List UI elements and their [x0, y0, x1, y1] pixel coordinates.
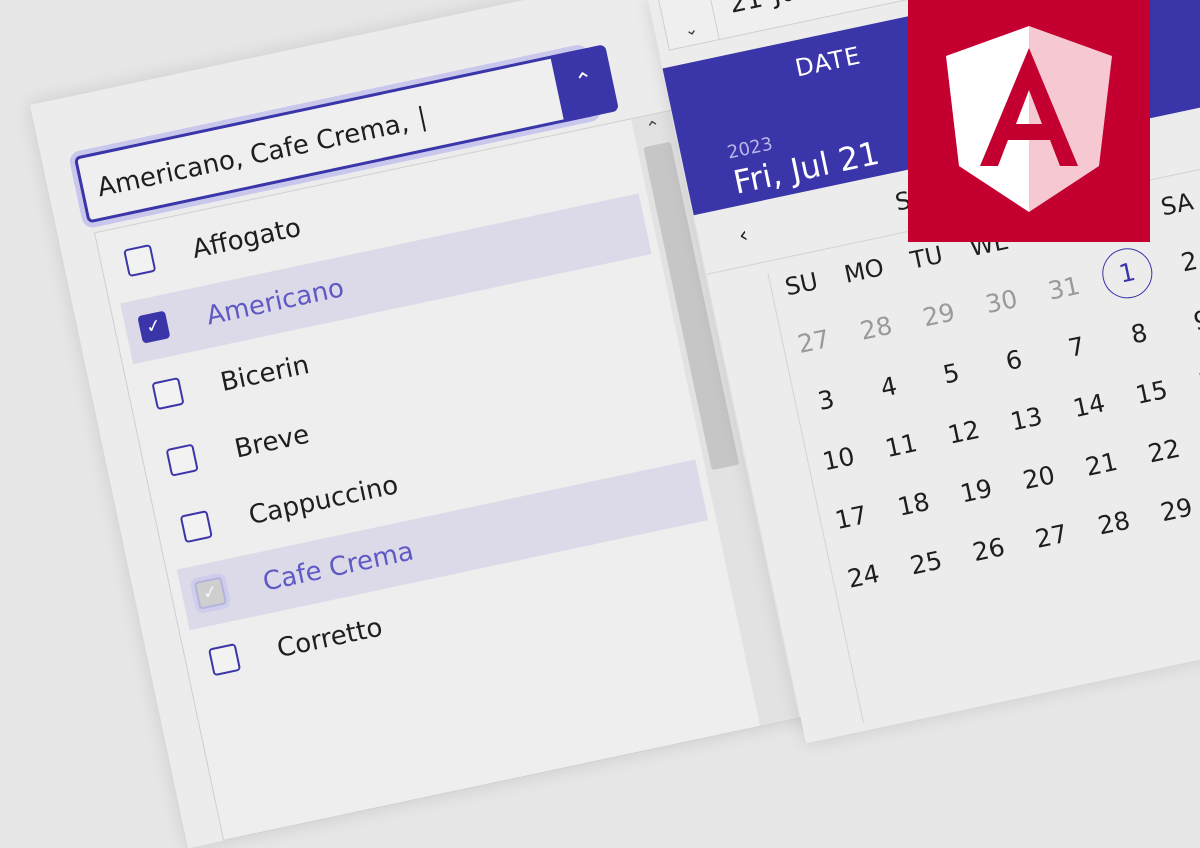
weekday-label: TU [907, 240, 946, 275]
calendar-day[interactable]: 30 [969, 281, 1034, 322]
chevron-up-icon: ⌃ [643, 116, 664, 141]
calendar-day[interactable]: 9 [1169, 300, 1200, 341]
chevron-up-icon: ⌃ [676, 0, 693, 11]
calendar-day[interactable]: 6 [982, 340, 1047, 381]
text-caret [419, 105, 427, 132]
date-input-value: 21-Jul 2 [727, 0, 831, 20]
item-label: Bicerin [217, 350, 312, 399]
calendar-day-today[interactable]: 1 [1097, 243, 1157, 303]
angular-logo-icon [946, 26, 1112, 212]
weekday-label: MO [841, 253, 887, 289]
chevron-left-icon[interactable]: ‹ [737, 223, 751, 249]
calendar-day[interactable]: 28 [844, 308, 909, 349]
calendar-header-title: DATE [792, 41, 864, 83]
calendar-day[interactable]: 29 [1144, 489, 1200, 530]
calendar-day[interactable]: 4 [856, 366, 921, 407]
weekday-label: SA [1158, 187, 1196, 222]
calendar-day[interactable]: 24 [831, 556, 896, 597]
chevron-down-icon: ⌄ [682, 18, 700, 40]
calendar-day[interactable]: 13 [994, 399, 1059, 440]
weekday-label: SU [782, 267, 821, 302]
checkbox[interactable] [151, 377, 185, 411]
calendar-day[interactable]: 31 [1032, 268, 1097, 309]
calendar-day[interactable]: 11 [869, 425, 934, 466]
calendar-day[interactable]: 25 [894, 543, 959, 584]
calendar-day[interactable]: 14 [1057, 385, 1122, 426]
item-label: Cappuccino [246, 470, 401, 532]
calendar-day[interactable]: 12 [931, 412, 996, 453]
calendar-day[interactable]: 7 [1044, 327, 1109, 368]
checkbox[interactable] [179, 510, 213, 544]
item-label: Breve [232, 419, 313, 465]
angular-logo [908, 0, 1150, 242]
checkbox[interactable] [165, 443, 199, 477]
calendar-day[interactable]: 27 [1019, 516, 1084, 557]
calendar-day[interactable]: 20 [1006, 457, 1071, 498]
item-label: Cafe Crema [260, 536, 417, 598]
check-icon: ✓ [144, 314, 164, 339]
calendar-day[interactable]: 29 [906, 294, 971, 335]
checkbox[interactable] [123, 243, 157, 278]
calendar-day[interactable]: 19 [944, 471, 1009, 512]
checkbox-checked[interactable]: ✓ [193, 576, 228, 610]
checkbox-checked[interactable]: ✓ [137, 310, 171, 344]
calendar-day[interactable]: 28 [1082, 503, 1147, 544]
calendar-day[interactable]: 3 [794, 380, 859, 421]
item-label: Americano [203, 273, 347, 332]
calendar-day[interactable]: 16 [1182, 359, 1200, 400]
calendar-day[interactable]: 21 [1069, 444, 1134, 485]
checkbox[interactable] [207, 643, 242, 677]
scene: Americano, Cafe Crema, ⌃ Affogato ✓ Amer… [0, 0, 1200, 848]
calendar-day[interactable]: 26 [956, 529, 1021, 570]
calendar-day[interactable]: 8 [1107, 313, 1172, 354]
calendar-day[interactable]: 17 [819, 497, 884, 538]
calendar-day[interactable]: 18 [881, 484, 946, 525]
calendar-day[interactable]: 22 [1132, 431, 1197, 472]
item-label: Affogato [189, 212, 304, 266]
calendar-day[interactable]: 15 [1119, 372, 1184, 413]
chevron-up-icon: ⌃ [572, 67, 596, 96]
calendar-day[interactable]: 27 [781, 321, 846, 362]
calendar-day[interactable]: 2 [1157, 241, 1200, 282]
check-icon: ✓ [200, 580, 220, 605]
item-label: Corretto [274, 612, 386, 665]
calendar-day[interactable]: 10 [806, 438, 871, 479]
calendar-day[interactable]: 5 [919, 353, 984, 394]
